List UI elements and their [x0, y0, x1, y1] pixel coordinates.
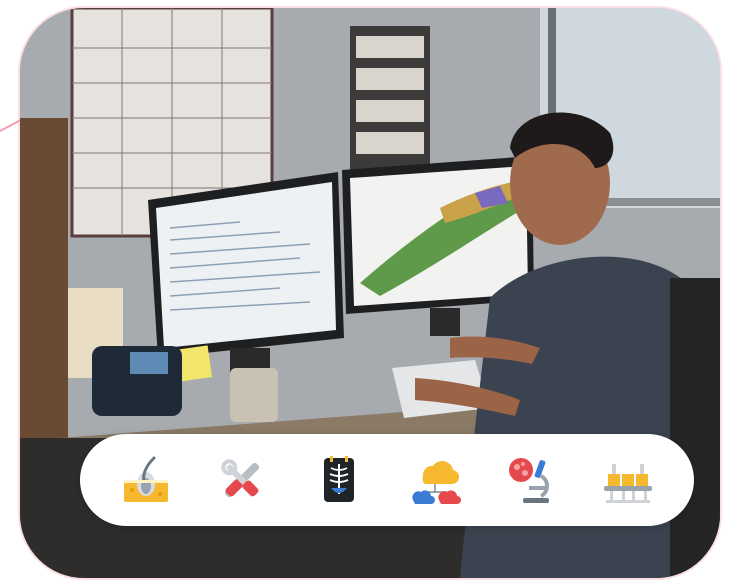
xray-icon [323, 456, 354, 502]
icon-item-xray[interactable] [309, 450, 369, 510]
cloud-network-icon [412, 461, 462, 504]
icon-item-conveyor[interactable] [598, 450, 658, 510]
tools-icon [221, 459, 260, 498]
conveyor-factory-icon [603, 464, 652, 503]
icon-item-cloud-network[interactable] [405, 450, 465, 510]
icon-item-microscope[interactable] [501, 450, 561, 510]
icon-item-tools[interactable] [212, 450, 272, 510]
icon-item-hair-follicle[interactable] [116, 450, 176, 510]
hair-follicle-icon [124, 456, 169, 502]
microscope-icon [509, 458, 550, 503]
feature-icon-bar [80, 434, 694, 526]
